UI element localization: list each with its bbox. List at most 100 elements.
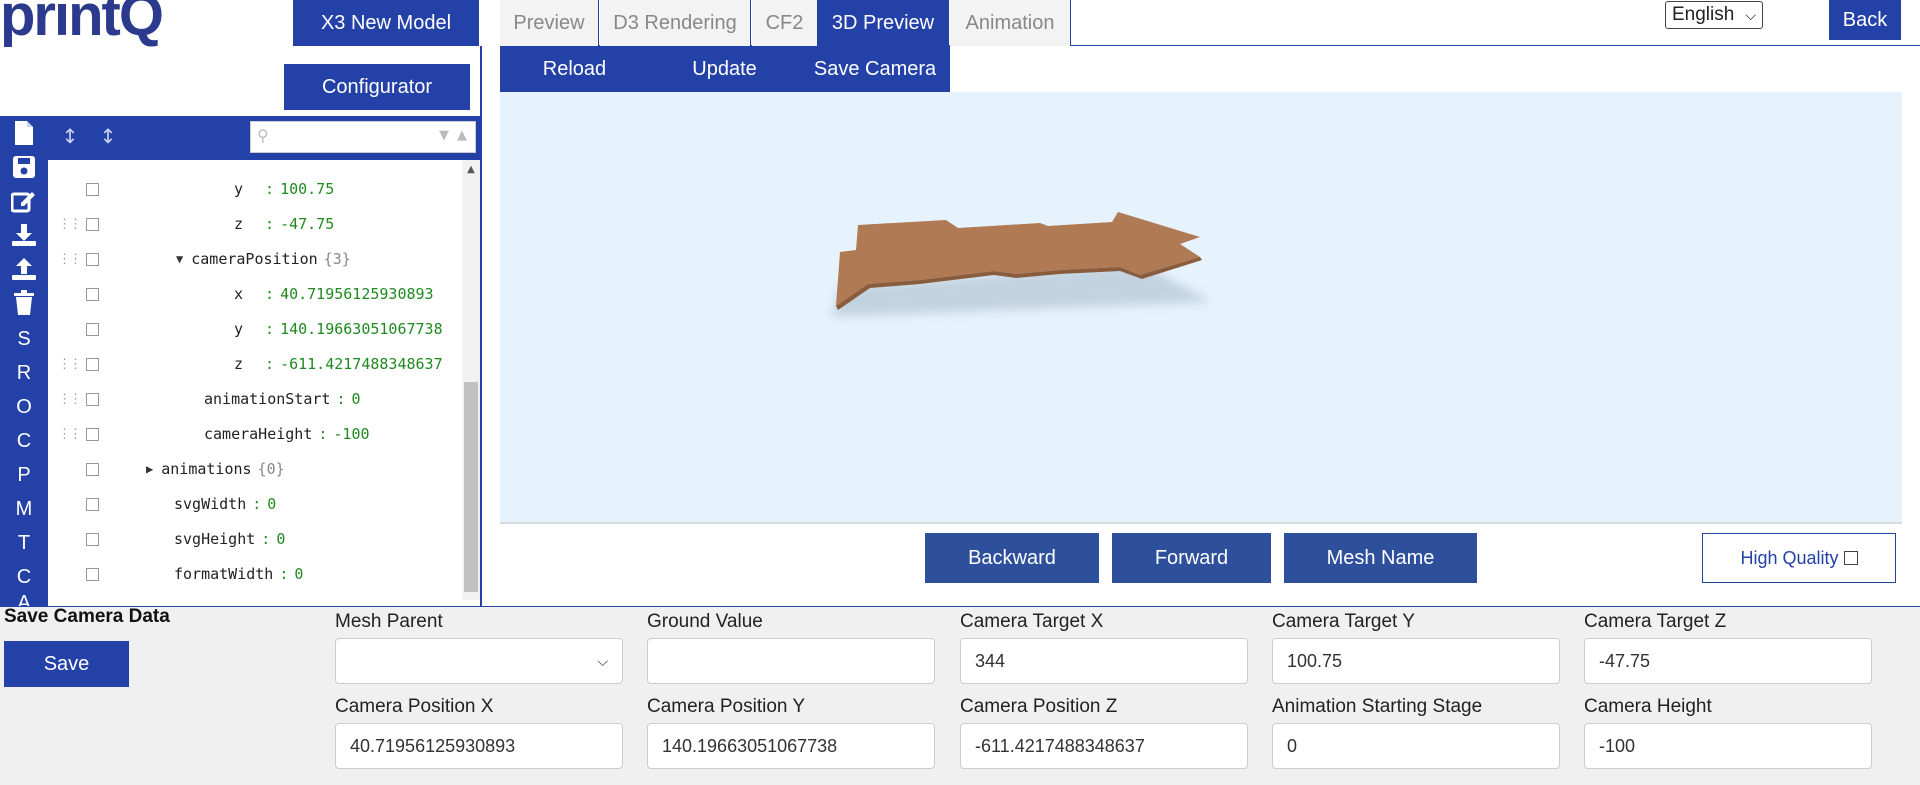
- tree-key: z: [234, 215, 244, 233]
- chevron-down-icon: ⌵: [597, 652, 608, 669]
- sidebar-letter-p[interactable]: P: [0, 458, 48, 492]
- configurator-button[interactable]: Configurator: [284, 64, 470, 110]
- upload-icon[interactable]: [6, 254, 42, 284]
- sidebar-letter-o[interactable]: O: [0, 390, 48, 424]
- tree-key: animationStart: [204, 390, 331, 408]
- sidebar-letter-a[interactable]: A: [0, 592, 48, 606]
- tree-row[interactable]: ⋮⋮ animationStart : 0: [48, 382, 460, 416]
- row-checkbox[interactable]: [86, 357, 99, 371]
- mesh-parent-label: Mesh Parent: [335, 611, 443, 632]
- camera-height-input[interactable]: -100: [1584, 723, 1872, 769]
- camera-target-z-input[interactable]: -47.75: [1584, 638, 1872, 684]
- tree-row[interactable]: formatWidth : 0: [48, 557, 460, 591]
- tree-row[interactable]: ⋮⋮ z : -611.4217488348637: [48, 347, 460, 381]
- tree-row[interactable]: ⋮⋮ z : -47.75: [48, 207, 460, 241]
- tree-row[interactable]: ⋮⋮ ▼ cameraPosition {3}: [48, 242, 460, 276]
- update-button[interactable]: Update: [649, 46, 800, 92]
- tab-preview[interactable]: Preview: [500, 0, 599, 46]
- sidebar-letter-c[interactable]: C: [0, 424, 48, 458]
- camera-position-z-input[interactable]: -611.4217488348637: [960, 723, 1248, 769]
- tree-value: 0: [294, 565, 304, 583]
- camera-target-y-input[interactable]: 100.75: [1272, 638, 1560, 684]
- camera-position-x-input[interactable]: 40.71956125930893: [335, 723, 623, 769]
- row-checkbox[interactable]: [86, 392, 99, 406]
- tree-row[interactable]: ⋮⋮ cameraHeight : -100: [48, 417, 460, 451]
- search-prev-icon[interactable]: ▲: [457, 128, 467, 143]
- tree-key: cameraHeight: [204, 425, 313, 443]
- row-checkbox[interactable]: [86, 567, 99, 581]
- search-next-icon[interactable]: ▼: [439, 128, 449, 143]
- tab-cf2[interactable]: CF2: [752, 0, 818, 46]
- drag-handle-icon[interactable]: ⋮⋮: [58, 392, 82, 407]
- tree-value: 0: [351, 390, 361, 408]
- save-button[interactable]: Save: [4, 641, 129, 687]
- tree-row[interactable]: y : 140.19663051067738: [48, 312, 460, 346]
- ground-value-input[interactable]: [647, 638, 935, 684]
- tree-row[interactable]: svgHeight : 0: [48, 522, 460, 556]
- camera-target-x-input[interactable]: 344: [960, 638, 1248, 684]
- high-quality-toggle[interactable]: High Quality: [1702, 533, 1896, 583]
- expand-all-icon[interactable]: ↕: [96, 124, 120, 150]
- backward-button[interactable]: Backward: [925, 533, 1099, 583]
- 3d-viewport[interactable]: [500, 92, 1902, 524]
- row-checkbox[interactable]: [86, 217, 99, 231]
- new-file-icon[interactable]: [6, 118, 42, 148]
- sidebar-letter-r[interactable]: R: [0, 356, 48, 390]
- printq-logo: printQ: [0, 0, 164, 48]
- row-checkbox[interactable]: [86, 252, 99, 266]
- row-checkbox[interactable]: [86, 322, 99, 336]
- tree-key: z: [234, 355, 244, 373]
- row-checkbox[interactable]: [86, 182, 99, 196]
- tree-row[interactable]: y : 100.75: [48, 172, 460, 206]
- save-icon[interactable]: [6, 152, 42, 182]
- row-checkbox[interactable]: [86, 462, 99, 476]
- sidebar-letter-m[interactable]: M: [0, 492, 48, 526]
- forward-button[interactable]: Forward: [1112, 533, 1271, 583]
- high-quality-checkbox[interactable]: [1843, 551, 1858, 565]
- edit-icon[interactable]: [6, 186, 42, 216]
- tree-scrollbar-thumb[interactable]: [464, 382, 478, 592]
- x3-new-model-button[interactable]: X3 New Model: [293, 0, 479, 46]
- tree-value: -47.75: [280, 215, 335, 233]
- sidebar-letter-c2[interactable]: C: [0, 560, 48, 594]
- animation-starting-stage-input[interactable]: 0: [1272, 723, 1560, 769]
- drag-handle-icon[interactable]: ⋮⋮: [58, 217, 82, 232]
- row-checkbox[interactable]: [86, 287, 99, 301]
- reload-button[interactable]: Reload: [500, 46, 649, 92]
- tab-d3-rendering[interactable]: D3 Rendering: [600, 0, 751, 46]
- camera-target-x-label: Camera Target X: [960, 611, 1104, 632]
- drag-handle-icon[interactable]: ⋮⋮: [58, 357, 82, 372]
- tab-animation[interactable]: Animation: [950, 0, 1071, 46]
- save-camera-button[interactable]: Save Camera: [800, 46, 950, 92]
- row-checkbox[interactable]: [86, 497, 99, 511]
- collapsed-triangle-icon[interactable]: ▶: [146, 462, 153, 476]
- drag-handle-icon[interactable]: ⋮⋮: [58, 252, 82, 267]
- tree-search-input[interactable]: ⚲ ▼ ▲: [250, 121, 476, 153]
- download-icon[interactable]: [6, 220, 42, 250]
- tree-row[interactable]: svgWidth : 0: [48, 487, 460, 521]
- tree-row[interactable]: x : 40.71956125930893: [48, 277, 460, 311]
- mesh-name-button[interactable]: Mesh Name: [1284, 533, 1477, 583]
- camera-position-y-label: Camera Position Y: [647, 696, 806, 717]
- sidebar-letter-s[interactable]: S: [0, 322, 48, 356]
- language-select[interactable]: English ⌵: [1665, 1, 1763, 29]
- row-checkbox[interactable]: [86, 532, 99, 546]
- tree-key: formatWidth: [174, 565, 274, 583]
- sidebar-letter-t[interactable]: T: [0, 526, 48, 560]
- mesh-parent-select[interactable]: ⌵: [335, 638, 623, 684]
- back-button[interactable]: Back: [1829, 0, 1901, 40]
- camera-position-z-label: Camera Position Z: [960, 696, 1118, 717]
- tab-3d-preview[interactable]: 3D Preview: [818, 0, 949, 46]
- trash-icon[interactable]: [6, 288, 42, 318]
- row-checkbox[interactable]: [86, 427, 99, 441]
- collapse-all-icon[interactable]: ↕: [58, 124, 82, 150]
- tree-key: y: [234, 180, 244, 198]
- tree-row[interactable]: ▶ animations {0}: [48, 452, 460, 486]
- camera-target-z-label: Camera Target Z: [1584, 611, 1727, 632]
- drag-handle-icon[interactable]: ⋮⋮: [58, 427, 82, 442]
- camera-position-y-input[interactable]: 140.19663051067738: [647, 723, 935, 769]
- tree-value: 40.71956125930893: [280, 285, 434, 303]
- language-selected: English: [1672, 4, 1735, 25]
- scroll-up-icon[interactable]: ▲: [462, 164, 480, 178]
- expand-triangle-icon[interactable]: ▼: [176, 252, 183, 266]
